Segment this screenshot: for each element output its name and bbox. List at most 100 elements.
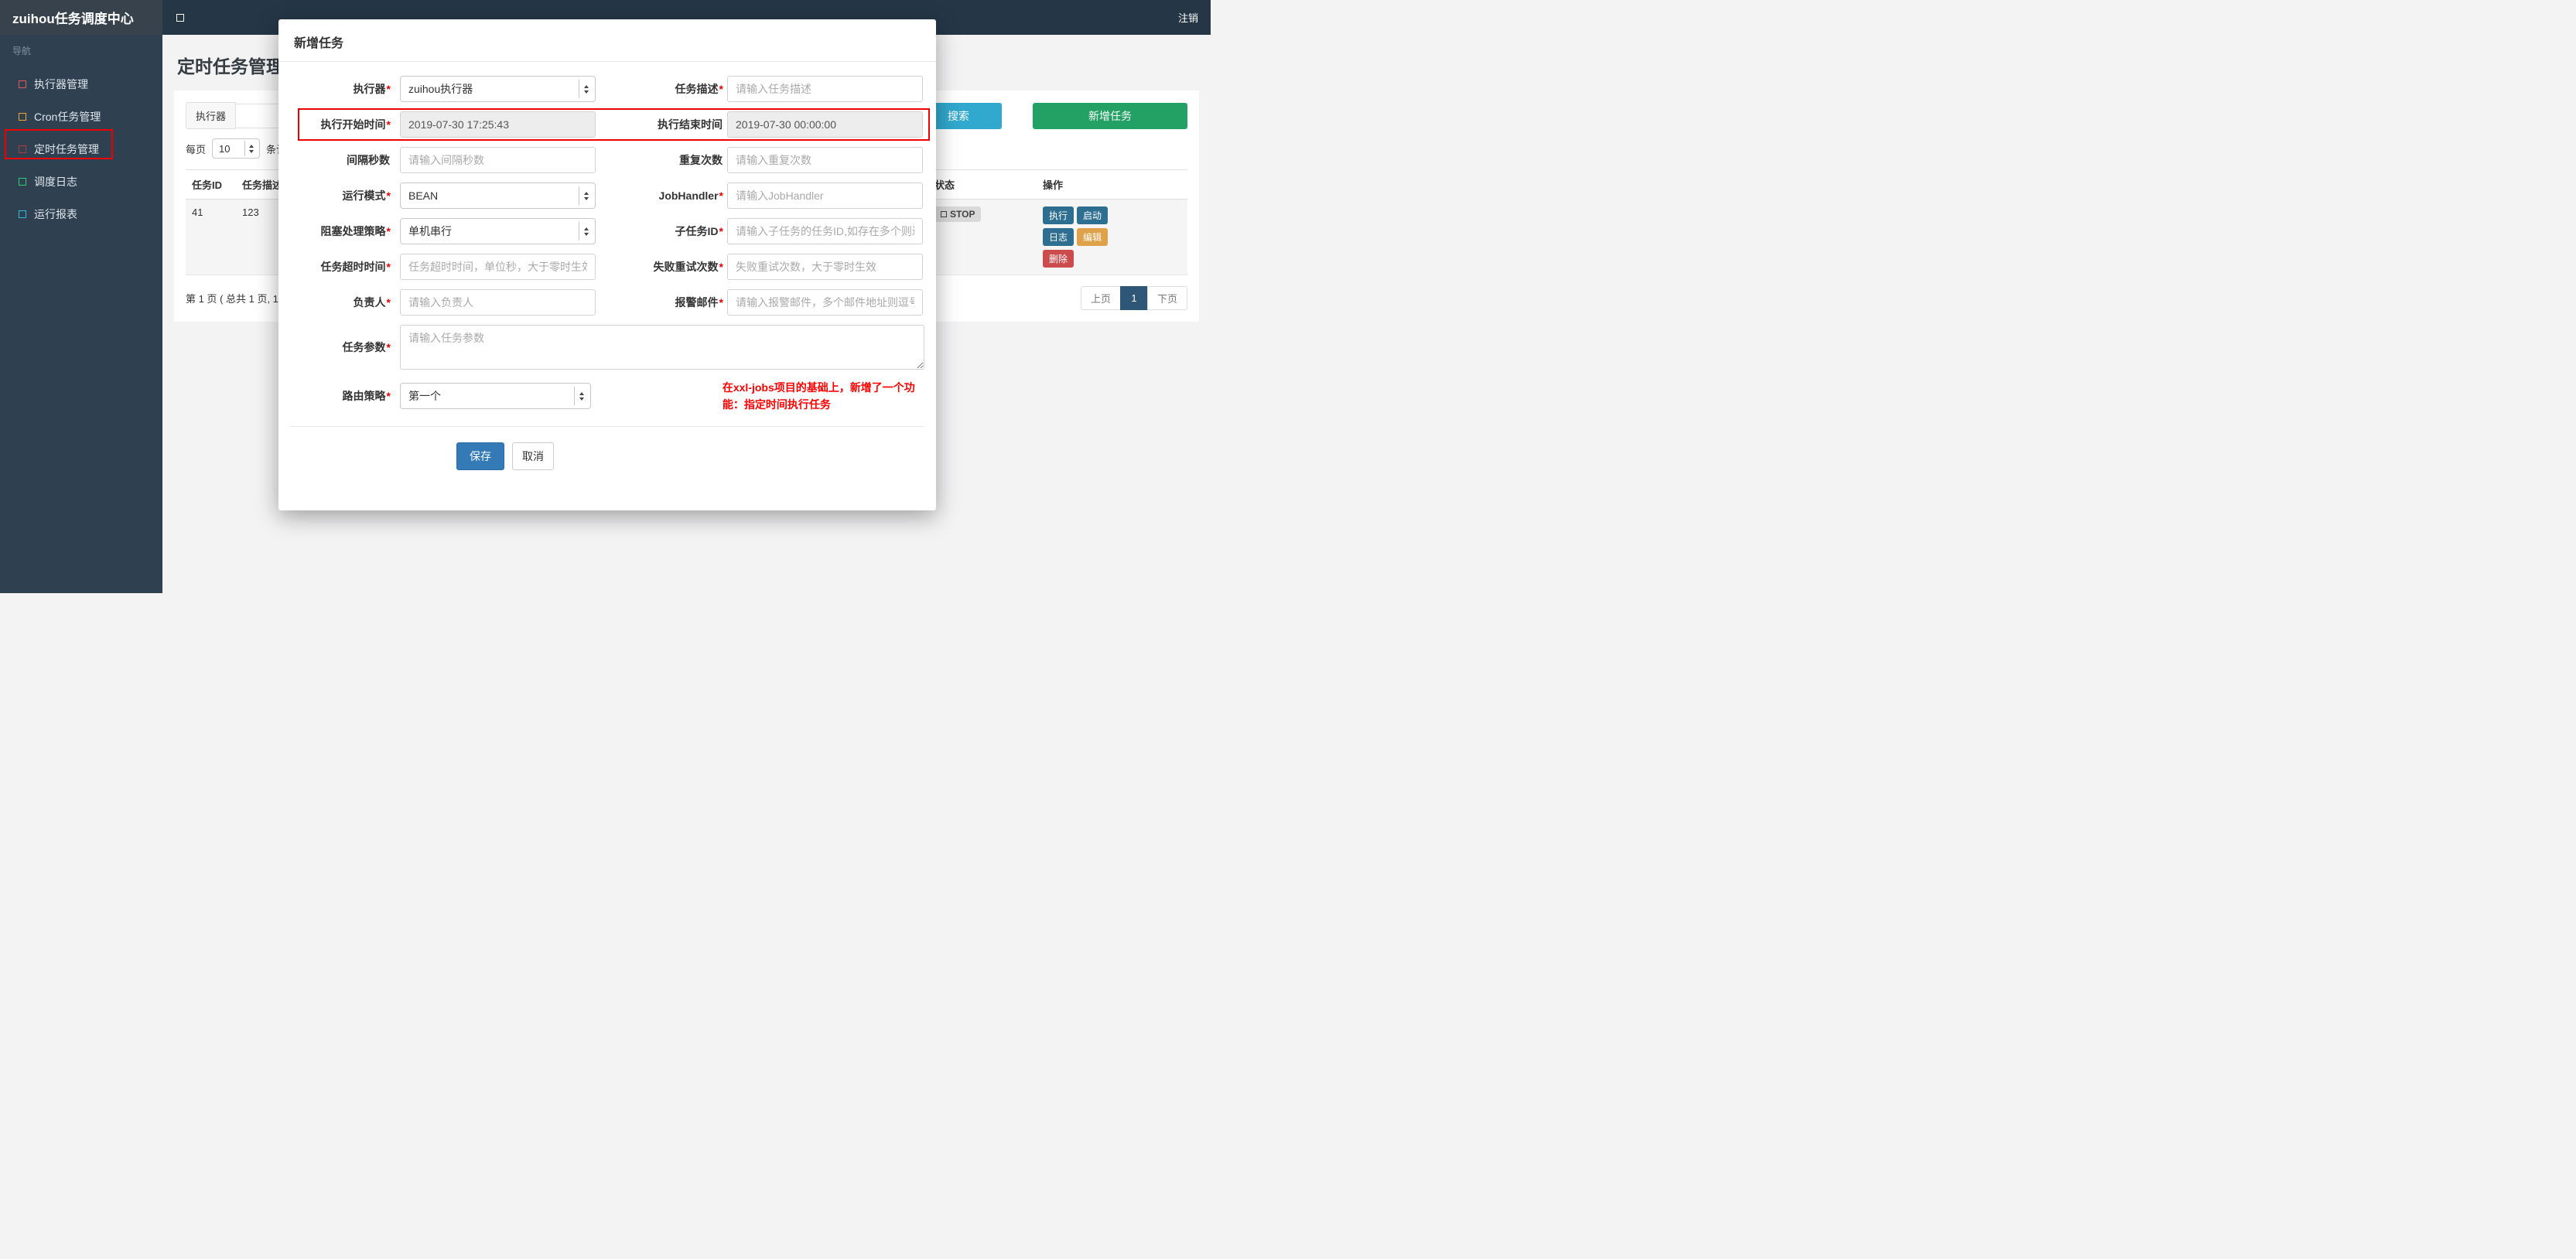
header-job-id: 任务ID [192,179,223,191]
page-1-button[interactable]: 1 [1119,286,1148,310]
route-strategy-label: 路由策略* [342,390,391,403]
sidebar: 导航 执行器管理 Cron任务管理 定时任务管理 调度日志 运行报表 [0,35,162,593]
job-desc-label: 任务描述* [675,83,723,95]
block-strategy-select[interactable]: 单机串行 [400,218,596,244]
delete-button[interactable]: 删除 [1043,250,1074,268]
next-page-button[interactable]: 下页 [1146,286,1187,310]
pagination-summary: 第 1 页 ( 总共 1 页, 1 [186,293,278,305]
app-brand: zuihou任务调度中心 [0,0,162,35]
form-row-block-childjob: 阻塞处理策略* 单机串行 子任务ID* [290,218,924,244]
owner-input[interactable] [400,289,596,316]
select-arrows-icon [579,186,593,205]
executor-select[interactable]: zuihou执行器 [400,76,596,102]
sidebar-toggle-icon [176,13,184,22]
sidebar-item-executor-mgmt[interactable]: 执行器管理 [0,68,162,101]
executor-label: 执行器* [353,83,391,95]
sidebar-item-run-report[interactable]: 运行报表 [0,198,162,230]
cron-mgmt-icon [19,113,26,121]
executor-filter-label: 执行器 [186,102,237,129]
block-strategy-select-value: 单机串行 [408,225,452,237]
job-param-label: 任务参数* [342,341,391,353]
add-task-button[interactable]: 新增任务 [1033,102,1187,129]
modal-body: 执行器* zuihou执行器 任务描述* 执行开始时间* 执行结束时间 间隔秒数 [278,62,936,510]
sidebar-item-label: 运行报表 [34,208,77,220]
fail-retry-input[interactable] [727,254,923,280]
job-handler-input[interactable] [727,183,923,209]
block-strategy-label: 阻塞处理策略* [320,225,391,237]
start-button[interactable]: 启动 [1077,206,1109,224]
status-badge: STOP [934,206,982,222]
run-mode-label: 运行模式* [342,189,391,202]
form-row-route-strategy: 路由策略* 第一个 在xxl-jobs项目的基础上，新增了一个功能：指定时间执行… [290,379,924,414]
sidebar-item-scheduled-task-mgmt[interactable]: 定时任务管理 [0,133,162,165]
sidebar-item-label: 执行器管理 [34,78,88,90]
modal-title: 新增任务 [278,19,936,62]
select-arrows-icon [244,141,258,156]
sidebar-item-label: 定时任务管理 [34,143,99,155]
form-row-runmode-handler: 运行模式* BEAN JobHandler* [290,183,924,209]
form-row-executor-desc: 执行器* zuihou执行器 任务描述* [290,76,924,102]
sidebar-item-label: Cron任务管理 [34,111,101,123]
cell-status: STOP [928,200,1037,275]
schedule-log-icon [19,178,26,186]
job-desc-input[interactable] [727,76,923,102]
interval-label: 间隔秒数 [347,154,390,166]
form-row-owner-email: 负责人* 报警邮件* [290,289,924,316]
select-arrows-icon [579,222,593,241]
end-time-input[interactable] [727,111,923,138]
feature-note: 在xxl-jobs项目的基础上，新增了一个功能：指定时间执行任务 [722,381,915,411]
timeout-label: 任务超时时间* [320,261,391,273]
fail-retry-label: 失败重试次数* [653,261,723,273]
header-status: 状态 [934,179,955,191]
select-arrows-icon [579,80,593,98]
route-strategy-select[interactable]: 第一个 [400,383,591,410]
sidebar-item-cron-mgmt[interactable]: Cron任务管理 [0,101,162,133]
edit-button[interactable]: 编辑 [1077,228,1109,246]
form-row-datetime: 执行开始时间* 执行结束时间 [290,108,930,141]
perpage-select[interactable]: 10 [212,138,261,159]
executor-mgmt-icon [19,80,26,88]
owner-label: 负责人* [353,296,391,309]
stop-icon [941,211,947,217]
form-row-interval-repeat: 间隔秒数 重复次数 [290,147,924,173]
timeout-input[interactable] [400,254,596,280]
pagination: 上页 1 下页 [1080,286,1187,310]
cancel-button[interactable]: 取消 [512,442,554,470]
add-task-modal: 新增任务 执行器* zuihou执行器 任务描述* 执行开始时间* 执行结束时间 [278,19,936,510]
sidebar-item-label: 调度日志 [34,176,77,188]
sidebar-toggle-button[interactable] [162,0,198,35]
prev-page-button[interactable]: 上页 [1080,286,1121,310]
save-button[interactable]: 保存 [456,442,504,470]
logout-link[interactable]: 注销 [1178,0,1211,35]
child-job-id-label: 子任务ID* [675,225,723,237]
start-time-label: 执行开始时间* [320,118,391,131]
form-row-job-param: 任务参数* [290,325,924,370]
modal-footer: 保存 取消 [290,425,924,510]
route-strategy-select-value: 第一个 [408,390,441,403]
perpage-select-value: 10 [219,142,231,155]
header-actions: 操作 [1043,179,1064,191]
alarm-email-input[interactable] [727,289,923,316]
interval-input[interactable] [400,147,596,173]
repeat-count-input[interactable] [727,147,923,173]
run-report-icon [19,210,26,218]
perpage-prefix-label: 每页 [186,143,207,155]
sidebar-item-schedule-log[interactable]: 调度日志 [0,165,162,198]
alarm-email-label: 报警邮件* [675,296,723,309]
child-job-id-input[interactable] [727,218,923,244]
execute-button[interactable]: 执行 [1043,206,1074,224]
sidebar-section-label: 导航 [12,46,32,56]
scheduled-task-icon [19,145,26,153]
run-mode-select[interactable]: BEAN [400,183,596,209]
cell-actions: 执行 启动 日志 编辑 删除 [1037,200,1187,275]
executor-select-value: zuihou执行器 [408,83,473,95]
select-arrows-icon [573,387,589,406]
job-handler-label: JobHandler* [658,189,723,202]
log-button[interactable]: 日志 [1043,228,1074,246]
cell-job-id: 41 [192,206,203,218]
start-time-input[interactable] [400,111,596,138]
end-time-label: 执行结束时间 [658,118,723,131]
job-param-textarea[interactable] [400,325,924,370]
run-mode-select-value: BEAN [408,189,439,202]
repeat-count-label: 重复次数 [679,154,723,166]
